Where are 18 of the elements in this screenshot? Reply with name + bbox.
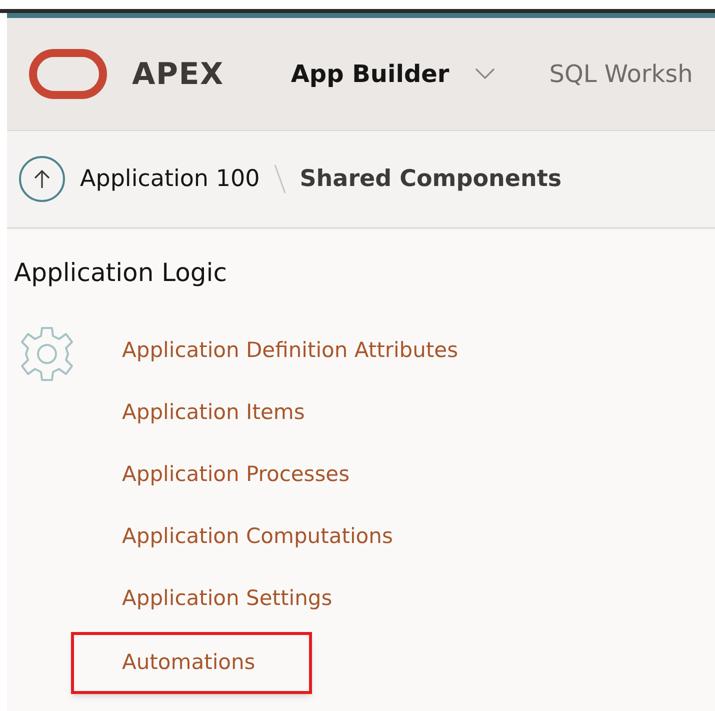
section-title: Application Logic bbox=[14, 257, 228, 289]
link[interactable]: Application Items bbox=[122, 396, 305, 428]
separator-icon bbox=[274, 164, 286, 194]
gear-icon bbox=[18, 324, 76, 382]
breadcrumb-current[interactable]: Shared Components bbox=[300, 162, 562, 196]
link[interactable]: Application Settings bbox=[122, 582, 332, 614]
nav-tab[interactable]: App Builder bbox=[290, 56, 496, 92]
link[interactable]: Application Computations bbox=[122, 520, 393, 552]
link[interactable]: Application Processes bbox=[122, 458, 350, 490]
product-name: APEX bbox=[132, 56, 224, 94]
link[interactable]: Automations bbox=[122, 646, 256, 678]
up-button[interactable] bbox=[19, 156, 65, 202]
arrow-up-icon bbox=[34, 169, 50, 189]
logo-icon bbox=[29, 49, 107, 99]
nav-tab[interactable]: SQL Worksh bbox=[549, 56, 693, 92]
link[interactable]: Application Definition Attributes bbox=[122, 334, 458, 366]
breadcrumb-link[interactable]: Application 100 bbox=[80, 162, 260, 196]
chevron-down-icon bbox=[475, 68, 496, 80]
